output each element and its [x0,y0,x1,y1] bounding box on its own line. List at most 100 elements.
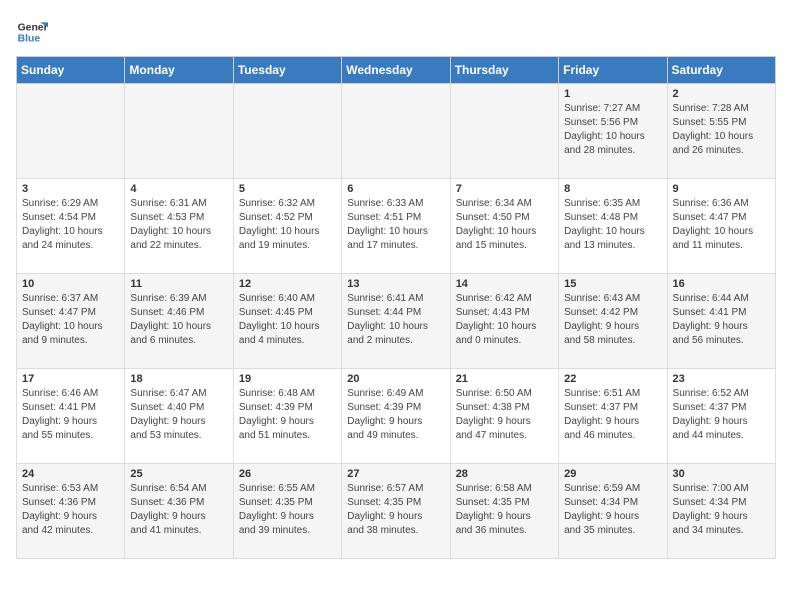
calendar-cell: 13 Sunrise: 6:41 AM Sunset: 4:44 PM Dayli… [342,274,450,369]
calendar-cell: 10Sunrise: 6:37 AM Sunset: 4:47 PM Dayli… [17,274,125,369]
day-number: 8 [564,183,661,195]
calendar-cell [125,84,233,179]
day-number: 23 [673,373,770,385]
calendar-cell: 26 Sunrise: 6:55 AM Sunset: 4:35 PM Dayli… [233,464,341,559]
calendar-cell: 7 Sunrise: 6:34 AM Sunset: 4:50 PM Daylig… [450,179,558,274]
calendar-cell: 12 Sunrise: 6:40 AM Sunset: 4:45 PM Dayli… [233,274,341,369]
day-number: 27 [347,468,444,480]
logo-icon: General Blue [16,16,48,48]
day-number: 1 [564,88,661,100]
day-number: 25 [130,468,227,480]
day-number: 22 [564,373,661,385]
day-number: 2 [673,88,770,100]
day-info: Sunrise: 6:44 AM Sunset: 4:41 PM Dayligh… [673,292,770,348]
day-info: Sunrise: 6:40 AM Sunset: 4:45 PM Dayligh… [239,292,336,348]
weekday-header-tuesday: Tuesday [233,57,341,84]
calendar-cell: 3 Sunrise: 6:29 AM Sunset: 4:54 PM Daylig… [17,179,125,274]
day-info: Sunrise: 6:48 AM Sunset: 4:39 PM Dayligh… [239,387,336,443]
day-number: 12 [239,278,336,290]
day-info: Sunrise: 6:51 AM Sunset: 4:37 PM Dayligh… [564,387,661,443]
day-number: 28 [456,468,553,480]
day-number: 24 [22,468,119,480]
calendar-cell: 1 Sunrise: 7:27 AM Sunset: 5:56 PM Daylig… [559,84,667,179]
day-info: Sunrise: 6:37 AM Sunset: 4:47 PM Dayligh… [22,292,119,348]
calendar-cell: 8 Sunrise: 6:35 AM Sunset: 4:48 PM Daylig… [559,179,667,274]
day-number: 26 [239,468,336,480]
day-number: 11 [130,278,227,290]
day-info: Sunrise: 7:00 AM Sunset: 4:34 PM Dayligh… [673,482,770,538]
day-info: Sunrise: 7:28 AM Sunset: 5:55 PM Dayligh… [673,102,770,158]
weekday-header-sunday: Sunday [17,57,125,84]
calendar-cell: 17 Sunrise: 6:46 AM Sunset: 4:41 PM Dayli… [17,369,125,464]
day-info: Sunrise: 6:33 AM Sunset: 4:51 PM Dayligh… [347,197,444,253]
calendar-cell: 27 Sunrise: 6:57 AM Sunset: 4:35 PM Dayli… [342,464,450,559]
weekday-header-wednesday: Wednesday [342,57,450,84]
day-info: Sunrise: 6:46 AM Sunset: 4:41 PM Dayligh… [22,387,119,443]
calendar-cell: 30 Sunrise: 7:00 AM Sunset: 4:34 PM Dayli… [667,464,775,559]
day-info: Sunrise: 6:58 AM Sunset: 4:35 PM Dayligh… [456,482,553,538]
weekday-header-saturday: Saturday [667,57,775,84]
day-number: 4 [130,183,227,195]
day-info: Sunrise: 6:49 AM Sunset: 4:39 PM Dayligh… [347,387,444,443]
calendar-cell: 14 Sunrise: 6:42 AM Sunset: 4:43 PM Dayli… [450,274,558,369]
day-number: 17 [22,373,119,385]
calendar-cell: 4 Sunrise: 6:31 AM Sunset: 4:53 PM Daylig… [125,179,233,274]
day-number: 5 [239,183,336,195]
calendar-cell: 20 Sunrise: 6:49 AM Sunset: 4:39 PM Dayli… [342,369,450,464]
calendar-cell: 29 Sunrise: 6:59 AM Sunset: 4:34 PM Dayli… [559,464,667,559]
calendar-cell [342,84,450,179]
day-number: 9 [673,183,770,195]
day-number: 29 [564,468,661,480]
calendar-table: SundayMondayTuesdayWednesdayThursdayFrid… [16,56,776,559]
header: General Blue [16,16,776,48]
calendar-cell: 24 Sunrise: 6:53 AM Sunset: 4:36 PM Dayli… [17,464,125,559]
day-info: Sunrise: 7:27 AM Sunset: 5:56 PM Dayligh… [564,102,661,158]
day-info: Sunrise: 6:42 AM Sunset: 4:43 PM Dayligh… [456,292,553,348]
day-number: 20 [347,373,444,385]
day-number: 6 [347,183,444,195]
calendar-cell: 5 Sunrise: 6:32 AM Sunset: 4:52 PM Daylig… [233,179,341,274]
day-info: Sunrise: 6:32 AM Sunset: 4:52 PM Dayligh… [239,197,336,253]
day-number: 15 [564,278,661,290]
calendar-cell [17,84,125,179]
day-info: Sunrise: 6:35 AM Sunset: 4:48 PM Dayligh… [564,197,661,253]
calendar-cell [450,84,558,179]
day-info: Sunrise: 6:36 AM Sunset: 4:47 PM Dayligh… [673,197,770,253]
day-info: Sunrise: 6:53 AM Sunset: 4:36 PM Dayligh… [22,482,119,538]
day-info: Sunrise: 6:47 AM Sunset: 4:40 PM Dayligh… [130,387,227,443]
calendar-cell: 15 Sunrise: 6:43 AM Sunset: 4:42 PM Dayli… [559,274,667,369]
weekday-header-friday: Friday [559,57,667,84]
day-info: Sunrise: 6:52 AM Sunset: 4:37 PM Dayligh… [673,387,770,443]
calendar-cell: 18 Sunrise: 6:47 AM Sunset: 4:40 PM Dayli… [125,369,233,464]
calendar-cell: 23 Sunrise: 6:52 AM Sunset: 4:37 PM Dayli… [667,369,775,464]
calendar-cell [233,84,341,179]
day-info: Sunrise: 6:55 AM Sunset: 4:35 PM Dayligh… [239,482,336,538]
day-number: 30 [673,468,770,480]
day-number: 7 [456,183,553,195]
day-info: Sunrise: 6:31 AM Sunset: 4:53 PM Dayligh… [130,197,227,253]
day-info: Sunrise: 6:54 AM Sunset: 4:36 PM Dayligh… [130,482,227,538]
calendar-cell: 28 Sunrise: 6:58 AM Sunset: 4:35 PM Dayli… [450,464,558,559]
day-info: Sunrise: 6:43 AM Sunset: 4:42 PM Dayligh… [564,292,661,348]
day-info: Sunrise: 6:29 AM Sunset: 4:54 PM Dayligh… [22,197,119,253]
day-info: Sunrise: 6:41 AM Sunset: 4:44 PM Dayligh… [347,292,444,348]
calendar-cell: 2 Sunrise: 7:28 AM Sunset: 5:55 PM Daylig… [667,84,775,179]
day-number: 21 [456,373,553,385]
day-info: Sunrise: 6:34 AM Sunset: 4:50 PM Dayligh… [456,197,553,253]
calendar-cell: 6 Sunrise: 6:33 AM Sunset: 4:51 PM Daylig… [342,179,450,274]
day-number: 19 [239,373,336,385]
calendar-cell: 19 Sunrise: 6:48 AM Sunset: 4:39 PM Dayli… [233,369,341,464]
calendar-cell: 25 Sunrise: 6:54 AM Sunset: 4:36 PM Dayli… [125,464,233,559]
calendar-cell: 16 Sunrise: 6:44 AM Sunset: 4:41 PM Dayli… [667,274,775,369]
logo: General Blue [16,16,48,48]
day-number: 3 [22,183,119,195]
day-info: Sunrise: 6:59 AM Sunset: 4:34 PM Dayligh… [564,482,661,538]
day-number: 14 [456,278,553,290]
day-number: 13 [347,278,444,290]
calendar-cell: 9 Sunrise: 6:36 AM Sunset: 4:47 PM Daylig… [667,179,775,274]
day-number: 16 [673,278,770,290]
day-info: Sunrise: 6:39 AM Sunset: 4:46 PM Dayligh… [130,292,227,348]
day-number: 18 [130,373,227,385]
day-info: Sunrise: 6:50 AM Sunset: 4:38 PM Dayligh… [456,387,553,443]
day-info: Sunrise: 6:57 AM Sunset: 4:35 PM Dayligh… [347,482,444,538]
